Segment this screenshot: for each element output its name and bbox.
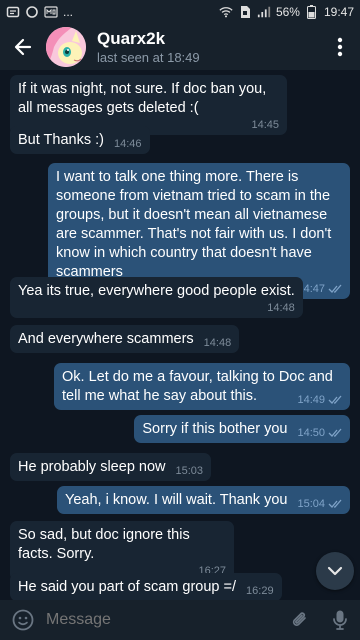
- message-time: 16:29: [246, 585, 274, 597]
- message-text: Ok. Let do me a favour, talking to Doc a…: [62, 369, 333, 404]
- chevron-down-icon: [327, 566, 343, 576]
- chat-title-area[interactable]: Quarx2k last seen at 18:49: [97, 29, 200, 66]
- battery-level: 56%: [275, 5, 300, 19]
- status-bar: ... 56% 19:47: [0, 0, 360, 24]
- message-incoming[interactable]: But Thanks :) 14:46: [10, 126, 150, 154]
- message-text: Yeah, i know. I will wait. Thank you: [65, 492, 288, 508]
- message-incoming[interactable]: So sad, but doc ignore this facts. Sorry…: [10, 521, 234, 581]
- scroll-to-bottom-button[interactable]: [316, 552, 354, 590]
- battery-icon: [305, 5, 319, 19]
- read-checkmarks-icon: [328, 428, 342, 437]
- message-outgoing[interactable]: Sorry if this bother you 14:50: [134, 415, 350, 443]
- microphone-icon: [333, 610, 347, 630]
- last-seen-status: last seen at 18:49: [97, 49, 200, 65]
- wifi-icon: [219, 5, 233, 19]
- emoji-button[interactable]: [0, 600, 46, 640]
- back-arrow-icon: [14, 38, 32, 56]
- message-text: He said you part of scam group =/: [18, 579, 237, 595]
- message-incoming[interactable]: He said you part of scam group =/ 16:29: [10, 573, 282, 600]
- smiley-icon: [12, 609, 34, 631]
- pony-avatar-icon: [46, 27, 86, 67]
- compose-bar: [0, 600, 360, 640]
- back-button[interactable]: [0, 24, 46, 70]
- message-text: So sad, but doc ignore this facts. Sorry…: [18, 527, 190, 562]
- more-notifications-icon: ...: [63, 5, 74, 19]
- clock: 19:47: [323, 5, 354, 19]
- message-incoming[interactable]: He probably sleep now 15:03: [10, 453, 212, 481]
- message-text: Yea its true, everywhere good people exi…: [18, 283, 295, 299]
- read-checkmarks-icon: [328, 499, 342, 508]
- voice-message-button[interactable]: [320, 600, 360, 640]
- paperclip-icon: [292, 612, 306, 626]
- message-time: 14:48: [267, 302, 295, 314]
- read-checkmarks-icon: [328, 395, 342, 404]
- sync-icon: [25, 5, 39, 19]
- chat-title: Quarx2k: [97, 28, 166, 48]
- message-input[interactable]: [46, 611, 280, 629]
- message-time: 14:50: [297, 427, 342, 439]
- message-text: And everywhere scammers: [18, 331, 194, 347]
- read-checkmarks-icon: [328, 284, 342, 293]
- message-time: 14:48: [203, 337, 232, 349]
- sim-icon: [238, 5, 252, 19]
- data-saver-icon: [44, 5, 58, 19]
- message-time: 14:46: [113, 138, 142, 150]
- notification-icon: [6, 5, 20, 19]
- message-list[interactable]: If it was night, not sure. If doc ban yo…: [0, 70, 360, 600]
- message-time: 14:49: [297, 394, 342, 406]
- message-incoming[interactable]: And everywhere scammers 14:48: [10, 325, 240, 353]
- message-text: Sorry if this bother you: [142, 421, 288, 437]
- message-outgoing[interactable]: Ok. Let do me a favour, talking to Doc a…: [54, 363, 350, 410]
- attach-button[interactable]: [280, 600, 320, 640]
- message-text: He probably sleep now: [18, 459, 166, 475]
- chat-header: Quarx2k last seen at 18:49: [0, 24, 360, 70]
- message-text: I want to talk one thing more. There is …: [56, 169, 332, 280]
- message-text: But Thanks :): [18, 132, 104, 148]
- message-outgoing[interactable]: Yeah, i know. I will wait. Thank you 15:…: [57, 486, 350, 514]
- more-vertical-icon: [337, 37, 343, 57]
- message-time: 15:03: [175, 465, 204, 477]
- message-time: 15:04: [297, 498, 342, 510]
- message-incoming[interactable]: Yea its true, everywhere good people exi…: [10, 277, 303, 318]
- message-text: If it was night, not sure. If doc ban yo…: [18, 81, 267, 116]
- avatar[interactable]: [46, 27, 86, 67]
- overflow-menu-button[interactable]: [320, 24, 360, 70]
- signal-icon: [257, 5, 271, 19]
